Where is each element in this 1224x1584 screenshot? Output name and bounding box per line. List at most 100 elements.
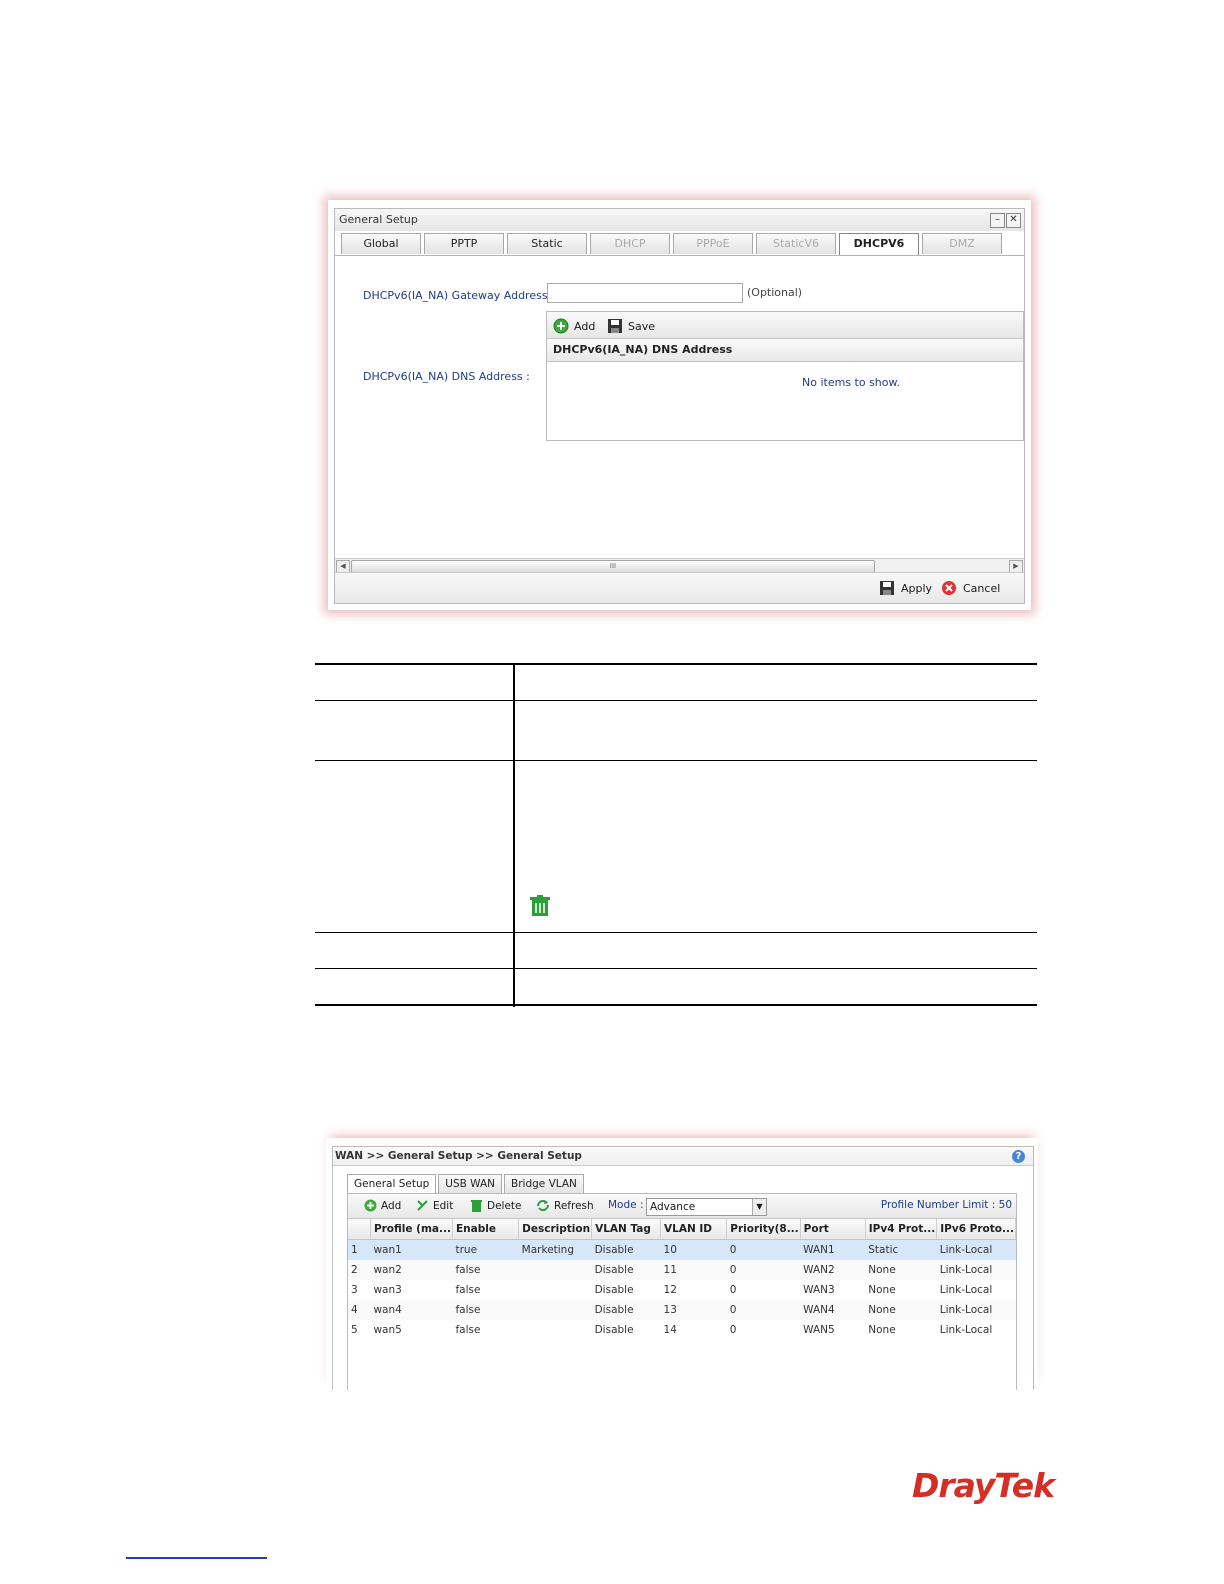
column-header[interactable]: Description [518,1219,593,1240]
tab-static[interactable]: Static [507,233,587,254]
wan-general-setup-screen: WAN >> General Setup >> General Setup ? … [326,1138,1038,1390]
profile-grid: Add Edit Delete Refresh Mode : Advance ▼… [347,1193,1017,1390]
table-cell: Link-Local [936,1239,1016,1260]
tab-global[interactable]: Global [341,233,421,254]
table-cell: Link-Local [939,1284,993,1296]
dialog-titlebar: General Setup – ✕ [335,209,1024,231]
table-cell: wan4 [370,1300,453,1320]
profile-table: Profile (ma... Enable Description VLAN Tag V… [348,1219,1016,1340]
table-cell: wan3 [373,1284,402,1296]
save-icon [608,319,622,333]
description-table [315,663,1037,1007]
table-cell: 1 [348,1239,371,1260]
table-cell: 2 [348,1260,371,1280]
table-cell: Disable [591,1239,661,1260]
refresh-label: Refresh [554,1199,594,1212]
save-icon [880,581,894,595]
table-cell: WAN2 [800,1260,866,1280]
table-cell: false [452,1260,519,1280]
help-icon[interactable]: ? [1012,1150,1025,1163]
dns-grid-column-header[interactable]: DHCPv6(IA_NA) DNS Address [547,339,1023,362]
tab-pppoe[interactable]: PPPoE [673,233,753,254]
column-header[interactable] [348,1219,371,1240]
table-cell: 3 [351,1284,358,1296]
table-row[interactable]: 3 wan3 false Disable 12 0 WAN3 None Link-Local [348,1280,1016,1300]
table-rule [315,663,1037,665]
minimize-icon[interactable]: – [990,213,1005,228]
table-cell: 10 [660,1239,727,1260]
apply-button[interactable]: Apply [879,580,932,596]
column-header[interactable]: Port [800,1219,866,1240]
edit-icon [417,1200,428,1211]
mode-label: Mode : [608,1199,644,1211]
trash-icon [471,1200,482,1212]
dialog-frame: General Setup – ✕ Global PPTP Static DHCP PP… [334,208,1025,604]
column-header[interactable]: Enable [452,1219,520,1240]
apply-label: Apply [901,581,933,595]
close-icon[interactable]: ✕ [1006,213,1021,228]
dns-address-label: DHCPv6(IA_NA) DNS Address : [363,370,530,383]
dialog-footer: Apply Cancel [335,572,1024,603]
table-cell: WAN3 [803,1284,835,1296]
tab-usb-wan[interactable]: USB WAN [438,1174,503,1193]
table-body: 1 wan1 true Marketing Disable 10 0 WAN1 Static Li… [348,1239,1016,1341]
table-cell [518,1260,592,1280]
add-dns-button[interactable]: Add [553,318,595,334]
column-header[interactable]: Profile (ma... [370,1219,453,1240]
table-cell: None [865,1260,937,1280]
tab-pptp[interactable]: PPTP [424,233,504,254]
horizontal-scrollbar[interactable]: ◀ III ▶ [335,558,1024,573]
table-rule [315,1004,1037,1006]
table-cell: 12 [663,1284,677,1296]
save-dns-button[interactable]: Save [607,318,655,334]
tab-dhcp[interactable]: DHCP [590,233,670,254]
table-cell: None [868,1324,896,1336]
gateway-address-input[interactable] [547,283,743,303]
column-header[interactable]: Priority(8... [726,1219,801,1240]
footer-link-underline[interactable] [126,1557,267,1559]
table-cell: 0 [729,1284,737,1296]
table-cell: 0 [726,1260,801,1280]
table-rule [315,932,1037,933]
draytek-logo: DrayTek [912,1466,1055,1505]
optional-hint: (Optional) [747,286,803,299]
column-header[interactable]: IPv4 Prot... [865,1219,938,1240]
table-cell: Link-Local [939,1324,993,1336]
table-cell: 0 [726,1300,801,1320]
gateway-address-label: DHCPv6(IA_NA) Gateway Address : [363,289,555,302]
tab-general-setup[interactable]: General Setup [347,1174,437,1193]
add-icon [553,318,569,334]
table-row[interactable]: 2 wan2 false Disable 11 0 WAN2 None Link-Local [348,1260,1016,1280]
tab-staticv6[interactable]: StaticV6 [756,233,836,254]
profile-toolbar: Add Edit Delete Refresh Mode : Advance ▼… [348,1194,1016,1219]
table-cell: 0 [726,1239,801,1260]
tab-bridge-vlan[interactable]: Bridge VLAN [504,1174,584,1193]
table-row[interactable]: 5 wan5 false Disable 14 0 WAN5 None Link-Local [348,1320,1016,1340]
column-header[interactable]: VLAN Tag [591,1219,662,1240]
refresh-button[interactable]: Refresh [536,1199,594,1212]
delete-button[interactable]: Delete [470,1199,522,1212]
table-cell: None [865,1300,937,1320]
table-cell: 11 [660,1260,727,1280]
chevron-down-icon[interactable]: ▼ [752,1199,766,1215]
table-cell: wan2 [370,1260,453,1280]
column-header[interactable]: IPv6 Proto... [936,1219,1016,1240]
table-row[interactable]: 1 wan1 true Marketing Disable 10 0 WAN1 Static Li… [348,1239,1016,1260]
mode-select[interactable]: Advance ▼ [646,1198,767,1216]
delete-label: Delete [487,1199,522,1212]
table-cell: Disable [594,1284,634,1296]
table-cell: 4 [348,1300,371,1320]
dialog-title: General Setup [339,213,418,226]
tab-dmz[interactable]: DMZ [922,233,1002,254]
edit-button[interactable]: Edit [416,1199,453,1212]
tab-dhcpv6[interactable]: DHCPV6 [839,233,919,255]
edit-label: Edit [433,1199,454,1212]
save-label: Save [628,319,656,333]
column-header[interactable]: VLAN ID [660,1219,728,1240]
cancel-button[interactable]: Cancel [941,580,1000,596]
add-label: Add [381,1199,402,1212]
add-button[interactable]: Add [364,1199,401,1212]
table-rule [315,760,1037,761]
table-row[interactable]: 4 wan4 false Disable 13 0 WAN4 None Link-Local [348,1300,1016,1320]
table-cell: WAN4 [800,1300,866,1320]
